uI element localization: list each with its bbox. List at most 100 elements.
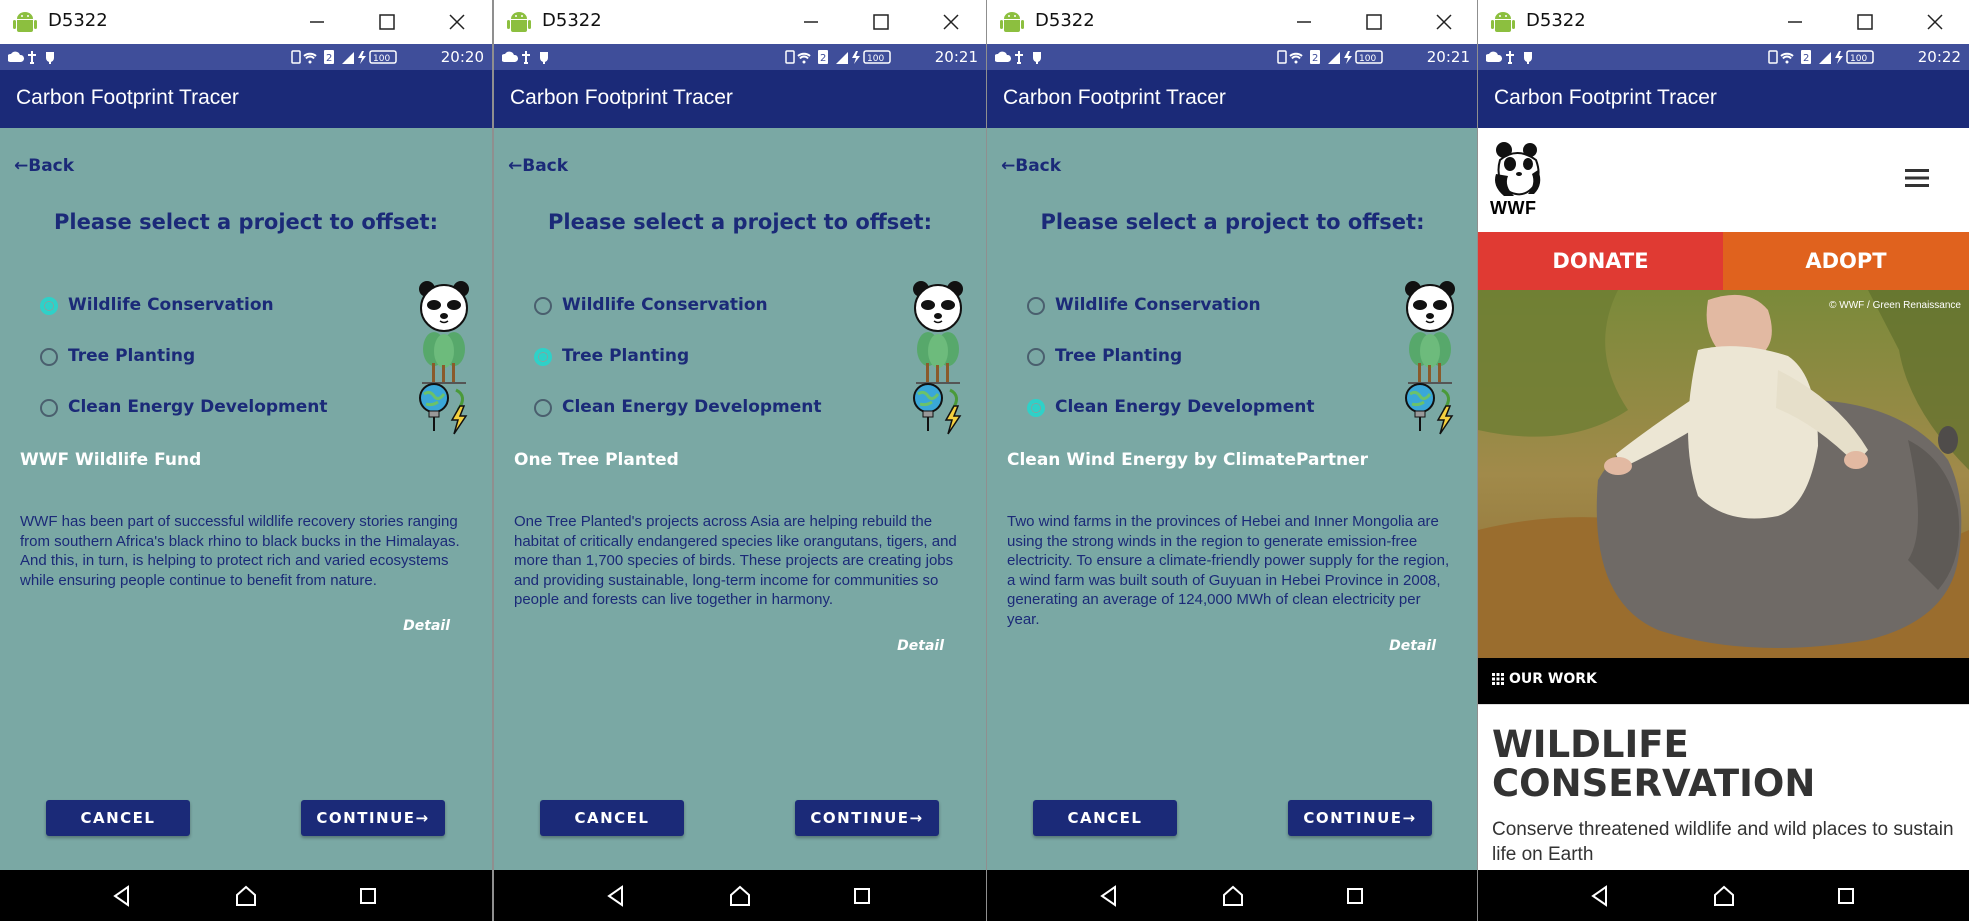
grid-icon: [1492, 673, 1504, 685]
close-icon[interactable]: [442, 7, 472, 37]
project-selection-screen: ←Back Please select a project to offset:…: [987, 128, 1478, 870]
radio-button[interactable]: [1027, 348, 1045, 366]
radio-button[interactable]: [534, 297, 552, 315]
option-label: Wildlife Conservation: [68, 295, 274, 315]
option-label: Clean Energy Development: [562, 397, 822, 417]
recents-nav-icon[interactable]: [848, 882, 876, 910]
trees-icon: [916, 332, 960, 384]
cancel-button[interactable]: CANCEL: [540, 800, 684, 836]
window-title-bar: D5322: [494, 0, 986, 44]
back-button[interactable]: ←Back: [1001, 156, 1061, 176]
android-icon: [1000, 12, 1024, 32]
window-title: D5322: [48, 10, 108, 31]
notification-icons: [502, 51, 548, 64]
svg-text:2: 2: [326, 53, 332, 64]
back-nav-icon[interactable]: [1095, 882, 1123, 910]
trees-icon: [422, 332, 466, 384]
cancel-button[interactable]: CANCEL: [46, 800, 190, 836]
system-status-icons: 2 100: [291, 50, 397, 64]
our-work-label: OUR WORK: [1509, 671, 1597, 687]
svg-text:100: 100: [1850, 54, 1867, 64]
svg-text:2: 2: [1312, 53, 1318, 64]
option-label: Wildlife Conservation: [1055, 295, 1261, 315]
minimize-icon[interactable]: [1289, 7, 1319, 37]
app-bar: Carbon Footprint Tracer: [987, 70, 1478, 128]
detail-link[interactable]: Detail: [403, 618, 450, 634]
status-time: 20:21: [1426, 48, 1470, 66]
hamburger-menu-icon[interactable]: [1905, 168, 1929, 188]
radio-button[interactable]: [40, 399, 58, 417]
page-heading: WILDLIFE CONSERVATION: [1492, 723, 1816, 805]
project-selection-screen: ←Back Please select a project to offset:…: [0, 128, 492, 870]
status-time: 20:22: [1917, 48, 1961, 66]
system-status-icons: 2 100: [1277, 50, 1383, 64]
svg-text:100: 100: [373, 54, 390, 64]
back-button[interactable]: ←Back: [14, 156, 74, 176]
maximize-icon[interactable]: [1359, 7, 1389, 37]
minimize-icon[interactable]: [796, 7, 826, 37]
window-title-bar: D5322: [1478, 0, 1969, 44]
android-nav-bar: [1478, 870, 1969, 921]
back-nav-icon[interactable]: [108, 882, 136, 910]
minimize-icon[interactable]: [1780, 7, 1810, 37]
svg-text:100: 100: [867, 54, 884, 64]
cancel-button[interactable]: CANCEL: [1033, 800, 1177, 836]
wwf-panda-logo[interactable]: [1490, 140, 1546, 204]
maximize-icon[interactable]: [1850, 7, 1880, 37]
app-title: Carbon Footprint Tracer: [16, 86, 239, 109]
our-work-bar[interactable]: OUR WORK: [1478, 658, 1969, 704]
maximize-icon[interactable]: [866, 7, 896, 37]
recents-nav-icon[interactable]: [1341, 882, 1369, 910]
recents-nav-icon[interactable]: [354, 882, 382, 910]
back-nav-icon[interactable]: [1586, 882, 1614, 910]
close-icon[interactable]: [1429, 7, 1459, 37]
app-window-4: D5322 2 100 20:22 Carbon Footprint Tracer…: [1478, 0, 1969, 921]
close-icon[interactable]: [1920, 7, 1950, 37]
continue-button[interactable]: CONTINUE→: [301, 800, 445, 836]
continue-button[interactable]: CONTINUE→: [795, 800, 939, 836]
svg-text:2: 2: [1803, 53, 1809, 64]
window-title: D5322: [1035, 10, 1095, 31]
app-window-3: D5322 2 100 20:21 Carbon Footprint Tracer…: [987, 0, 1478, 921]
hero-photo-rhino: [1478, 290, 1969, 658]
status-time: 20:21: [934, 48, 978, 66]
app-title: Carbon Footprint Tracer: [1003, 86, 1226, 109]
radio-button[interactable]: [40, 348, 58, 366]
globe-bulb-lightning-icon: [913, 383, 962, 435]
detail-link[interactable]: Detail: [897, 638, 944, 654]
radio-button[interactable]: [1027, 297, 1045, 315]
back-button[interactable]: ←Back: [508, 156, 568, 176]
home-nav-icon[interactable]: [232, 882, 260, 910]
minimize-icon[interactable]: [302, 7, 332, 37]
option-label: Tree Planting: [68, 346, 196, 366]
radio-button-selected[interactable]: [40, 297, 58, 315]
radio-button[interactable]: [534, 399, 552, 417]
system-status-icons: 2 100: [785, 50, 891, 64]
notification-icons: [995, 51, 1041, 64]
window-title: D5322: [1526, 10, 1586, 31]
close-icon[interactable]: [936, 7, 966, 37]
wwf-site-header: WWF: [1478, 128, 1969, 232]
status-bar: 2 100 20:21: [987, 44, 1478, 70]
app-window-1: D5322 2 100 20:20 Carbon Footprint Tracer…: [0, 0, 492, 921]
detail-link[interactable]: Detail: [1389, 638, 1436, 654]
continue-button[interactable]: CONTINUE→: [1288, 800, 1432, 836]
radio-button-selected[interactable]: [1027, 399, 1045, 417]
option-label: Tree Planting: [1055, 346, 1183, 366]
status-bar: 2 100 20:21: [494, 44, 986, 70]
radio-button-selected[interactable]: [534, 348, 552, 366]
home-nav-icon[interactable]: [1219, 882, 1247, 910]
photo-credit: © WWF / Green Renaissance: [1829, 300, 1961, 311]
project-selection-screen: ←Back Please select a project to offset:…: [494, 128, 986, 870]
recents-nav-icon[interactable]: [1832, 882, 1860, 910]
adopt-button[interactable]: ADOPT: [1723, 232, 1969, 290]
svg-text:100: 100: [1359, 54, 1376, 64]
home-nav-icon[interactable]: [726, 882, 754, 910]
project-title: One Tree Planted: [514, 450, 679, 470]
maximize-icon[interactable]: [372, 7, 402, 37]
home-nav-icon[interactable]: [1710, 882, 1738, 910]
back-nav-icon[interactable]: [602, 882, 630, 910]
app-bar: Carbon Footprint Tracer: [1478, 70, 1969, 128]
android-icon: [1491, 12, 1515, 32]
donate-button[interactable]: DONATE: [1478, 232, 1723, 290]
